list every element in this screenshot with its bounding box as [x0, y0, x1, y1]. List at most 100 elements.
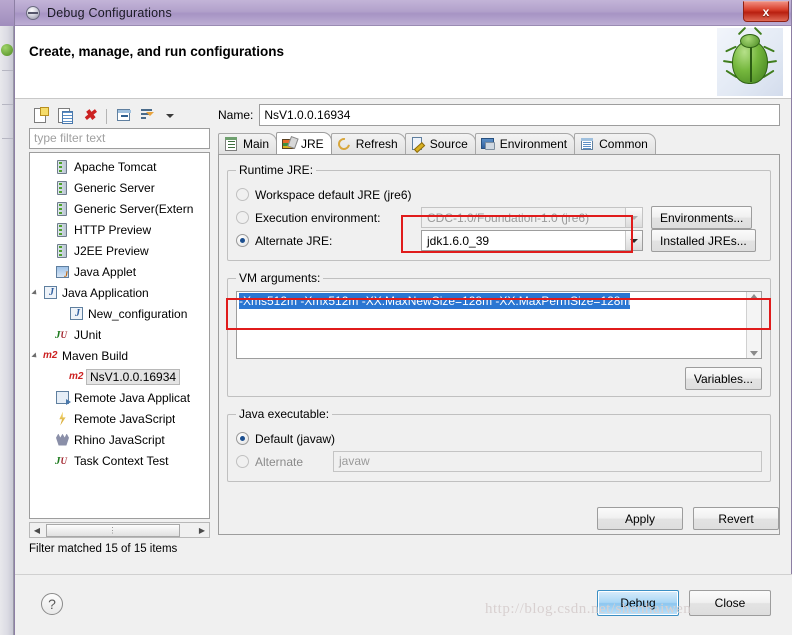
environments-button[interactable]: Environments...: [651, 206, 753, 229]
installed-jres-button[interactable]: Installed JREs...: [651, 229, 756, 252]
rhino-javascript-icon: [54, 432, 71, 448]
tree-item[interactable]: Generic Server: [30, 177, 209, 198]
twisty-none: [42, 408, 54, 429]
tab-environment[interactable]: Environment: [474, 133, 576, 154]
tree-item[interactable]: Java Application: [30, 282, 209, 303]
collapse-all-icon[interactable]: [114, 106, 134, 126]
tab-main[interactable]: Main: [218, 133, 278, 154]
revert-button[interactable]: Revert: [693, 507, 779, 530]
tree-item[interactable]: Generic Server(Extern: [30, 198, 209, 219]
tree-item[interactable]: Apache Tomcat: [30, 156, 209, 177]
vm-arguments-legend: VM arguments:: [239, 271, 321, 285]
dialog-body: ✖ type filter text Apache Tomcat Generic …: [15, 100, 792, 570]
delete-red-x-icon[interactable]: ✖: [79, 106, 99, 126]
twisty-expanded-icon[interactable]: [30, 282, 42, 303]
chevron-down-icon[interactable]: [625, 231, 642, 250]
apply-revert-row: Apply Revert: [597, 507, 779, 530]
execution-environment-value: CDC-1.0/Foundation-1.0 (jre6): [427, 210, 590, 225]
server-icon: [54, 222, 71, 238]
chevron-down-icon[interactable]: [625, 208, 642, 227]
default-javaw-radio[interactable]: [236, 432, 249, 445]
twisty-none: [42, 450, 54, 471]
tree-item[interactable]: Remote JavaScript: [30, 408, 209, 429]
tree-item[interactable]: JU Task Context Test: [30, 450, 209, 471]
dialog-titlebar[interactable]: Debug Configurations x: [15, 0, 791, 26]
close-dialog-button[interactable]: Close: [689, 590, 771, 616]
twisty-none: [42, 156, 54, 177]
tree-item-label: Java Application: [62, 285, 149, 300]
execution-environment-row[interactable]: Execution environment: CDC-1.0/Foundatio…: [236, 206, 762, 229]
scroll-right-arrow[interactable]: ▶: [195, 523, 209, 537]
configurations-tree[interactable]: Apache Tomcat Generic Server Generic Serve…: [29, 152, 210, 519]
dialog-header: Create, manage, and run configurations: [15, 26, 791, 99]
tree-item[interactable]: Rhino JavaScript: [30, 429, 209, 450]
workspace-default-jre-label: Workspace default JRE (jre6): [255, 187, 412, 202]
twisty-expanded-icon[interactable]: [30, 345, 42, 366]
filter-input[interactable]: type filter text: [29, 128, 210, 149]
new-document-icon[interactable]: [31, 106, 51, 126]
vm-arguments-group: VM arguments: -Xms512m -Xmx512m -XX:MaxN…: [226, 271, 771, 397]
close-button[interactable]: x: [743, 1, 789, 22]
maven-m2-icon: m2: [43, 349, 58, 361]
tree-item[interactable]: HTTP Preview: [30, 219, 209, 240]
tree-item-label: New_configuration: [88, 306, 188, 321]
tree-item-label: Remote JavaScript: [74, 411, 176, 426]
tree-item-label: NsV1.0.0.16934: [86, 368, 181, 385]
alternate-javaw-row[interactable]: Alternate javaw: [236, 450, 762, 473]
vm-arguments-scrollbar[interactable]: [746, 292, 761, 358]
scroll-up-arrow[interactable]: [750, 294, 758, 299]
workspace-default-jre-row[interactable]: Workspace default JRE (jre6): [236, 183, 762, 206]
background-divider: [2, 104, 13, 105]
tree-item[interactable]: JU JUnit: [30, 324, 209, 345]
java-application-icon: [68, 306, 85, 322]
tree-item[interactable]: m2 NsV1.0.0.16934: [30, 366, 209, 387]
tab-jre[interactable]: JRE: [276, 132, 332, 154]
tree-item-label: Generic Server: [74, 180, 155, 195]
twisty-none: [56, 303, 68, 324]
twisty-none: [42, 324, 54, 345]
source-tab-icon: [411, 137, 426, 151]
remote-java-app-icon: [54, 390, 71, 406]
runtime-jre-legend: Runtime JRE:: [239, 163, 314, 177]
apply-button[interactable]: Apply: [597, 507, 683, 530]
tree-item[interactable]: m2 Maven Build: [30, 345, 209, 366]
remote-javascript-icon: [54, 411, 71, 427]
scroll-down-arrow[interactable]: [750, 351, 758, 356]
tree-item-label: HTTP Preview: [74, 222, 152, 237]
tree-toolbar: ✖: [29, 104, 210, 128]
name-input[interactable]: NsV1.0.0.16934: [259, 104, 780, 126]
scroll-left-arrow[interactable]: ◀: [30, 523, 44, 537]
alternate-jre-combo[interactable]: jdk1.6.0_39: [421, 230, 643, 251]
execution-environment-combo[interactable]: CDC-1.0/Foundation-1.0 (jre6): [421, 207, 643, 228]
tab-common[interactable]: Common: [574, 133, 656, 154]
help-question-icon[interactable]: ?: [41, 593, 63, 615]
duplicate-icon[interactable]: [55, 106, 75, 126]
tab-bar: Main JRE Refresh Source Environment Common: [218, 132, 780, 155]
tree-item[interactable]: New_configuration: [30, 303, 209, 324]
configuration-editor: Name: NsV1.0.0.16934 Main JRE Refresh Sourc…: [218, 104, 780, 549]
tree-item-label: JUnit: [74, 327, 102, 342]
alternate-javaw-radio[interactable]: [236, 455, 249, 468]
alternate-javaw-input[interactable]: javaw: [333, 451, 762, 472]
execution-environment-radio[interactable]: [236, 211, 249, 224]
variables-button[interactable]: Variables...: [684, 367, 762, 390]
workspace-default-jre-radio[interactable]: [236, 188, 249, 201]
tree-item[interactable]: Java Applet: [30, 261, 209, 282]
tree-item[interactable]: Remote Java Applicat: [30, 387, 209, 408]
tab-refresh[interactable]: Refresh: [330, 133, 406, 154]
toolbar-separator: [106, 108, 107, 124]
tab-label: Main: [243, 137, 270, 151]
default-javaw-row[interactable]: Default (javaw): [236, 427, 762, 450]
name-label: Name:: [218, 108, 254, 122]
alternate-jre-row[interactable]: Alternate JRE: jdk1.6.0_39 Installed JRE…: [236, 215, 762, 253]
server-icon: [54, 201, 71, 217]
vm-arguments-textarea[interactable]: -Xms512m -Xmx512m -XX:MaxNewSize=128m -X…: [236, 291, 762, 359]
tree-horizontal-scrollbar[interactable]: ◀ ⋮ ▶: [29, 522, 210, 538]
watermark-text: http://blog.csdn.net/shenhaiwen: [485, 601, 692, 617]
tree-item[interactable]: J2EE Preview: [30, 240, 209, 261]
tab-source[interactable]: Source: [404, 133, 476, 154]
chevron-down-icon[interactable]: [162, 106, 182, 126]
filter-icon[interactable]: [138, 106, 158, 126]
scrollbar-thumb[interactable]: ⋮: [46, 523, 180, 537]
alternate-jre-radio[interactable]: [236, 234, 249, 247]
